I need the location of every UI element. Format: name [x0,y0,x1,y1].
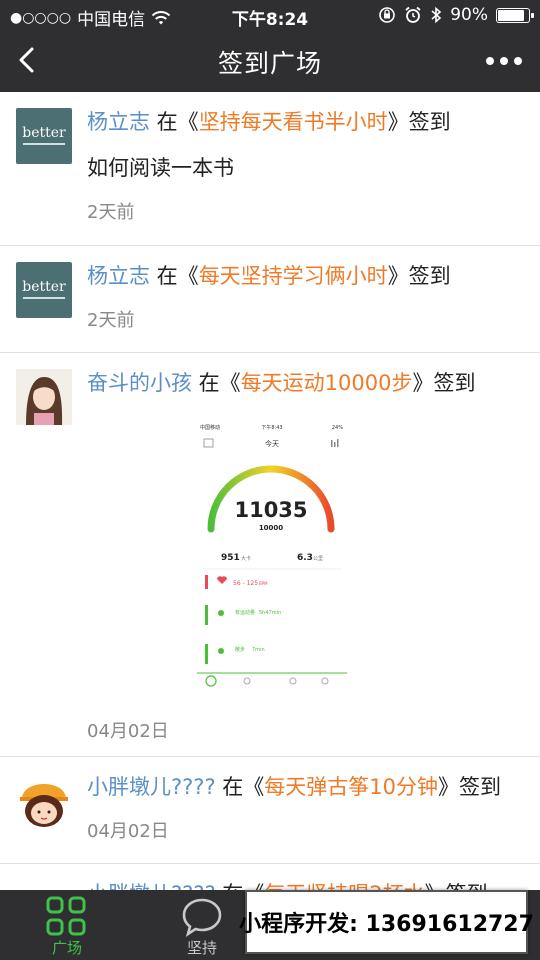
avatar[interactable] [16,880,72,890]
avatar[interactable]: better [16,108,72,164]
plan-name[interactable]: 每天坚持学习俩小时 [199,264,388,288]
checkin-time: 2天前 [87,310,135,331]
svg-text:7min: 7min [252,647,265,653]
better-logo-avatar: better [16,108,72,164]
svg-text:56 - 125: 56 - 125 [233,580,258,587]
svg-text:5h47min: 5h47min [259,610,281,616]
checkin-image[interactable]: 中国移动 下午8:43 24% 今天 11035 10000 951 大卡 6.… [197,419,347,687]
checkin-content: 如何阅读一本书 [87,156,234,180]
user-name[interactable]: 杨立志 [87,264,150,288]
svg-text:BPM: BPM [259,581,268,586]
plan-name[interactable]: 坚持每天看书半小时 [199,110,388,134]
svg-text:有运动量: 有运动量 [235,609,255,616]
alarm-icon [405,6,421,23]
tab-persist-label: 坚持 [186,939,217,957]
svg-text:24%: 24% [332,425,343,431]
checkin-feed: better 杨立志 在《坚持每天看书半小时》签到 如何阅读一本书 2天前 be… [0,92,540,890]
feed-item[interactable]: better 杨立志 在《每天坚持学习俩小时》签到 2天前 [0,246,540,353]
cartoon-girl-avatar [16,773,72,829]
svg-text:better: better [22,279,66,295]
battery-icon [496,7,534,23]
svg-text:10000: 10000 [259,524,283,532]
cartoon-girl-avatar [16,880,72,890]
girl-photo-avatar [16,369,72,425]
tab-plaza-label: 广场 [51,939,82,957]
svg-text:今天: 今天 [265,439,279,448]
chat-bubble-icon [182,898,222,937]
better-logo-avatar: better [16,262,72,318]
user-name[interactable]: 小胖墩儿???? [87,882,216,890]
navigation-bar: 签到广场 [0,30,540,92]
svg-text:951: 951 [221,553,240,563]
plan-name[interactable]: 每天弹古筝10分钟 [264,775,438,799]
user-name[interactable]: 杨立志 [87,110,150,134]
svg-text:中国移动: 中国移动 [200,424,220,431]
battery-percent: 90% [450,5,488,25]
user-name[interactable]: 奋斗的小孩 [87,371,192,395]
grid-icon [46,896,86,936]
avatar[interactable] [16,369,72,425]
svg-text:11035: 11035 [234,498,307,522]
svg-text:散步: 散步 [235,646,245,653]
checkin-time: 04月02日 [87,821,169,842]
bluetooth-icon [431,6,442,24]
svg-text:下午8:43: 下午8:43 [261,424,282,431]
checkin-time: 2天前 [87,202,135,223]
avatar[interactable] [16,773,72,829]
tab-plaza[interactable]: 广场 [7,890,127,960]
feed-item[interactable]: 小胖墩儿???? 在《每天弹古筝10分钟》签到 04月02日 [0,757,540,864]
svg-text:公里: 公里 [313,556,323,562]
plan-name[interactable]: 每天坚持喝2杯水 [264,882,424,890]
avatar[interactable]: better [16,262,72,318]
feed-item[interactable]: 奋斗的小孩 在《每天运动10000步》签到 中国移动 下午8:43 24% 今天 [0,353,540,757]
user-name[interactable]: 小胖墩儿???? [87,775,216,799]
step-counter-screenshot: 中国移动 下午8:43 24% 今天 11035 10000 951 大卡 6.… [197,419,347,687]
more-options-icon[interactable] [486,57,522,65]
svg-text:6.3: 6.3 [297,553,313,563]
svg-text:大卡: 大卡 [241,555,251,562]
plan-name[interactable]: 每天运动10000步 [241,371,413,395]
feed-item[interactable]: 小胖墩儿???? 在《每天坚持喝2杯水》签到 [0,864,540,890]
status-bar: ●○○○○ 中国电信 下午8:24 90% [0,0,540,30]
svg-text:better: better [22,125,66,141]
promo-banner: 小程序开发: 13691612727 [239,890,534,954]
checkin-time: 04月02日 [87,721,169,742]
page-title: 签到广场 [217,49,322,78]
feed-item[interactable]: better 杨立志 在《坚持每天看书半小时》签到 如何阅读一本书 2天前 [0,92,540,246]
orientation-lock-icon [379,7,396,23]
